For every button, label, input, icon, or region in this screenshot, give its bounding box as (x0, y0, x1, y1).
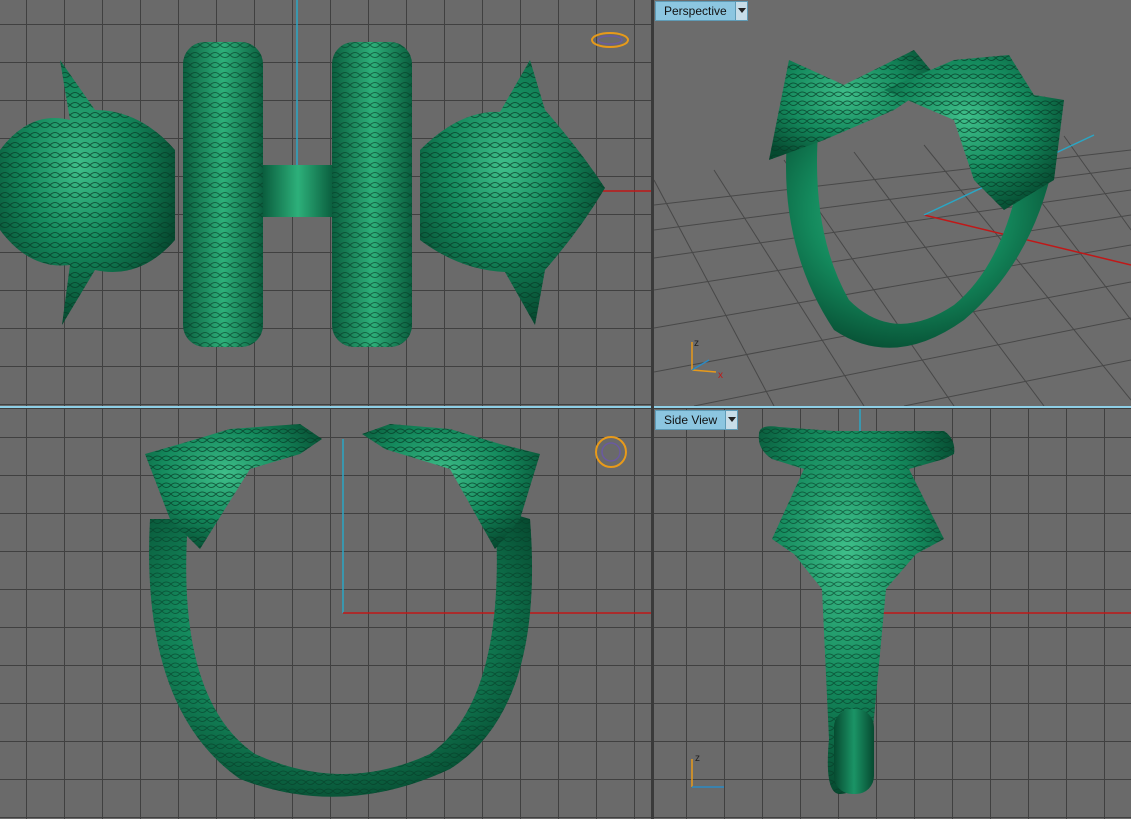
viewport-perspective[interactable]: z x Perspective (654, 0, 1131, 408)
perspective-label-group: Perspective (655, 1, 748, 21)
viewport-label-perspective[interactable]: Perspective (655, 1, 736, 21)
viewport-front[interactable] (0, 409, 651, 819)
axis-z-label: z (695, 753, 700, 764)
perspective-canvas: z x (654, 50, 1131, 406)
ring-band (263, 165, 333, 217)
top-view-canvas (0, 0, 651, 347)
viewport-menu-dropdown-icon[interactable] (735, 1, 748, 21)
viewport-divider-vertical[interactable] (651, 0, 654, 819)
view-ring-gizmo-icon (595, 436, 627, 468)
viewport-top[interactable] (0, 0, 651, 408)
ring-band-bottom (834, 709, 874, 794)
view-cube-icon (591, 32, 629, 48)
viewport-menu-dropdown-icon[interactable] (726, 410, 739, 430)
viewport-side[interactable]: z Side View (654, 409, 1131, 819)
axis-triad-icon: z (691, 753, 724, 788)
axis-z-label: z (694, 338, 699, 349)
side-label-group: Side View (655, 410, 739, 430)
axis-x-label: x (718, 370, 723, 381)
perspective-grid (654, 135, 1131, 406)
viewport-label-side[interactable]: Side View (655, 410, 727, 430)
side-view-canvas: z (691, 409, 1131, 794)
front-view-canvas (145, 424, 651, 797)
ring-shank (149, 509, 533, 797)
